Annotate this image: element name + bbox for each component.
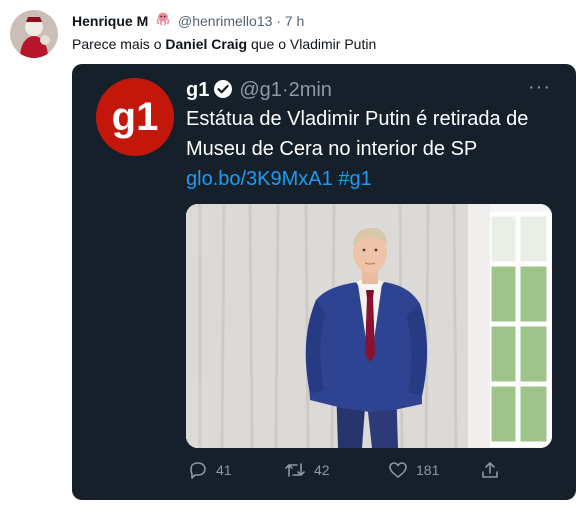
quoted-handle: @g1: [239, 79, 282, 101]
avatar[interactable]: [10, 10, 58, 58]
quoted-tweet-link: glo.bo/3K9MxA1: [186, 168, 333, 190]
reply-count: 41: [216, 462, 232, 478]
display-name[interactable]: Henrique M: [72, 13, 148, 29]
quoted-tweet-actions: 41 42 181: [188, 460, 568, 484]
statue-photo: [186, 204, 552, 448]
verified-badge-icon: [213, 79, 233, 105]
quoted-tweet-image[interactable]: g1 g1 @g1·2min ··· Estátua de Vladimir Pu…: [72, 64, 576, 500]
retweet-count: 42: [314, 462, 330, 478]
reply-action: 41: [188, 460, 232, 480]
octopus-emoji-icon: [156, 12, 170, 30]
share-action: [480, 460, 508, 480]
tweet-text: Parece mais o Daniel Craig que o Vladimi…: [72, 35, 376, 53]
more-options-icon: ···: [528, 76, 551, 98]
tweet-text-bold: Daniel Craig: [165, 36, 248, 52]
quoted-tweet-text: Estátua de Vladimir Putin é retirada de …: [186, 104, 566, 194]
share-icon: [482, 462, 498, 478]
tweet-text-start: Parece mais o: [72, 36, 166, 52]
tweet-header: Henrique M @henrimello13 · 7 h: [72, 12, 304, 32]
like-action: 181: [388, 460, 439, 480]
retweet-icon: [285, 463, 305, 477]
quoted-tweet-header: g1 @g1·2min: [186, 78, 332, 105]
quoted-display-name: g1: [186, 79, 210, 101]
tweet-text-end: que o Vladimir Putin: [247, 36, 377, 52]
avatar-icon: [10, 10, 58, 58]
retweet-action: 42: [284, 460, 330, 480]
like-count: 181: [416, 462, 440, 478]
g1-logo-text: g1: [112, 95, 159, 139]
g1-logo: g1: [96, 78, 174, 156]
timestamp[interactable]: 7 h: [285, 13, 304, 29]
user-handle[interactable]: @henrimello13: [178, 13, 272, 29]
quoted-separator-dot: ·: [281, 79, 289, 101]
quoted-tweet-body: Estátua de Vladimir Putin é retirada de …: [186, 108, 529, 160]
quoted-tweet-hashtag: #g1: [338, 168, 372, 190]
reply-icon: [190, 462, 206, 479]
separator-dot: ·: [276, 13, 281, 29]
heart-icon: [389, 462, 407, 478]
quoted-timestamp: 2min: [288, 79, 332, 101]
